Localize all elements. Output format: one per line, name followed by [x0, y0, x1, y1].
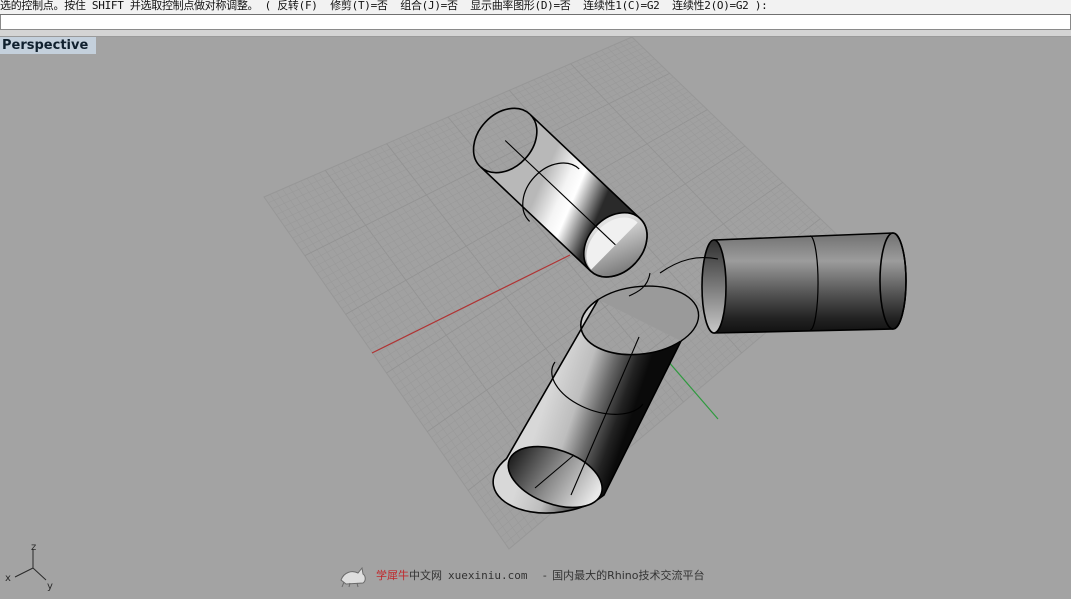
site-watermark: 学犀牛 中文网 xuexiniu.com - 国内最大的Rhino技术交流平台: [338, 562, 704, 588]
watermark-brand: 学犀牛: [376, 569, 409, 582]
watermark-brand-suffix: 中文网: [409, 569, 442, 582]
watermark-slogan: 国内最大的Rhino技术交流平台: [552, 569, 705, 582]
command-prompt-text: 选的控制点。按住 SHIFT 并选取控制点做对称调整。 ( 反转(F) 修剪(T…: [0, 0, 768, 12]
viewport-title[interactable]: Perspective: [0, 37, 97, 54]
axis-triad-icon: z x y: [5, 542, 53, 592]
command-history-bar: 选的控制点。按住 SHIFT 并选取控制点做对称调整。 ( 反转(F) 修剪(T…: [0, 0, 1071, 15]
axis-label-x: x: [5, 573, 11, 584]
command-input[interactable]: [0, 15, 1071, 30]
watermark-dash: -: [541, 568, 549, 582]
axis-label-y: y: [47, 581, 53, 592]
axis-label-z: z: [31, 542, 36, 553]
scene-canvas[interactable]: [0, 37, 1071, 598]
perspective-viewport[interactable]: Perspective: [0, 37, 1071, 598]
rhino-logo-icon: [340, 566, 366, 588]
toolbar-separator: [0, 30, 1071, 37]
watermark-url: xuexiniu.com: [448, 568, 528, 582]
